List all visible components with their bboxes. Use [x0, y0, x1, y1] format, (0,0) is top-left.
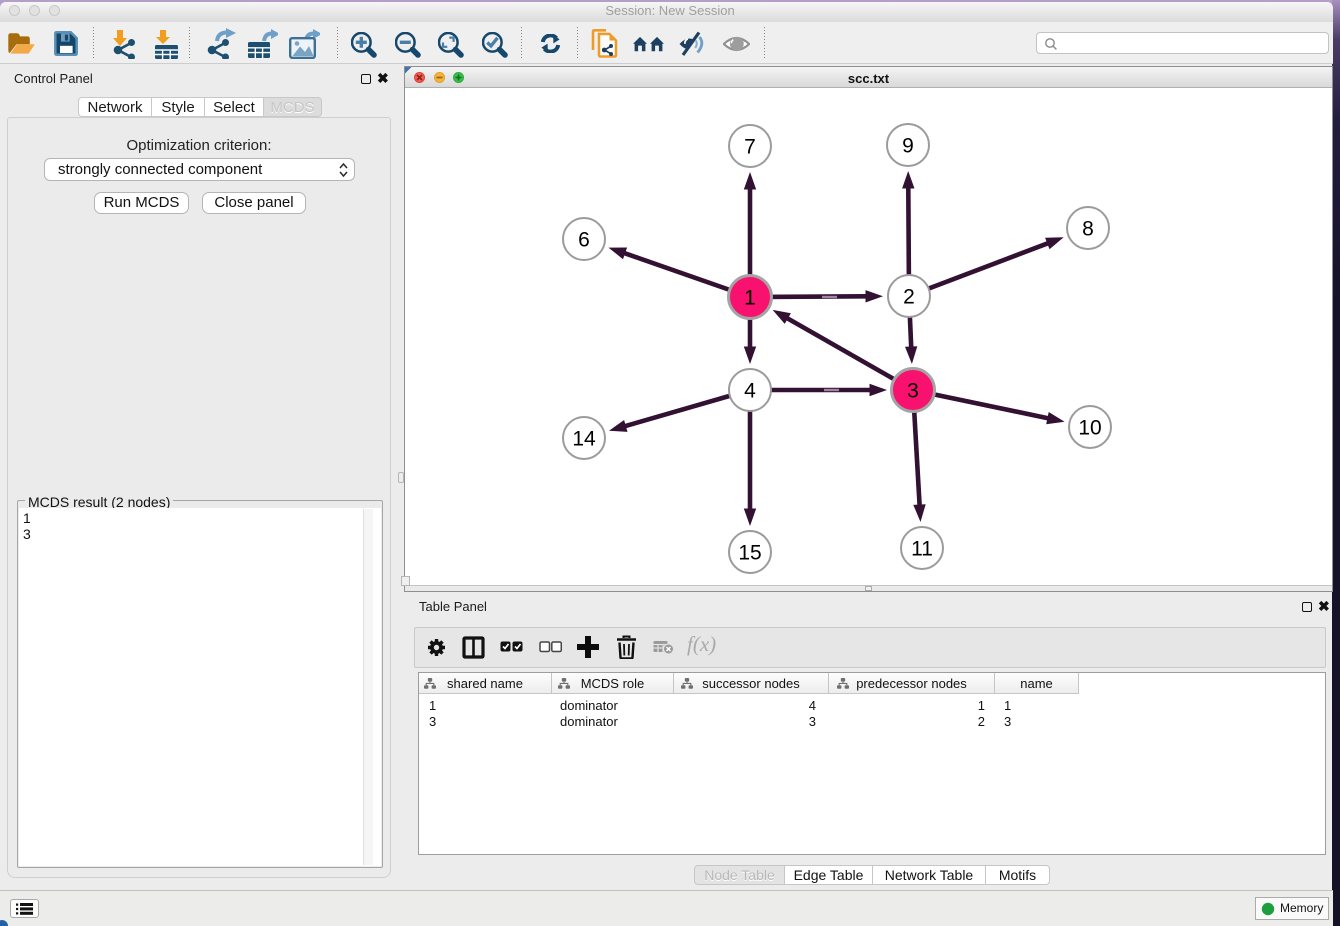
- svg-text:9: 9: [902, 135, 914, 158]
- svg-text:4: 4: [744, 380, 756, 403]
- svg-text:14: 14: [572, 428, 596, 451]
- svg-text:7: 7: [744, 136, 756, 159]
- svg-text:1: 1: [744, 287, 756, 310]
- svg-text:15: 15: [738, 542, 761, 565]
- svg-text:8: 8: [1082, 218, 1094, 241]
- svg-text:2: 2: [903, 286, 915, 309]
- svg-text:11: 11: [911, 538, 933, 561]
- svg-text:6: 6: [578, 229, 590, 252]
- svg-text:10: 10: [1078, 417, 1101, 440]
- svg-text:3: 3: [907, 380, 919, 403]
